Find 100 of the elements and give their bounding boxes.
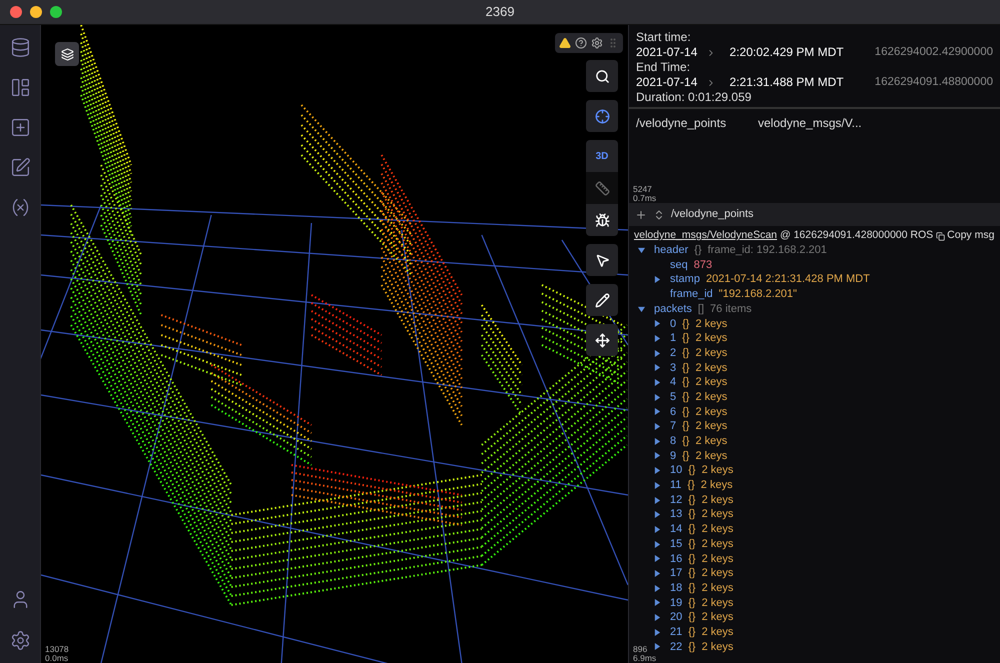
tree-key: 22 — [670, 638, 682, 656]
tree-key: 15 — [670, 536, 682, 552]
search-button[interactable] — [586, 60, 618, 92]
warning-icon[interactable] — [559, 37, 571, 49]
type-brace: {} — [688, 640, 696, 655]
bug-button[interactable] — [586, 204, 618, 236]
type-brace: {} — [687, 478, 695, 494]
tree-key: 20 — [670, 609, 682, 626]
render-stat: 896 — [633, 645, 648, 654]
tree-summary: 2 keys — [702, 522, 734, 538]
tree-summary: 76 items — [710, 302, 752, 317]
expand-collapse-icon[interactable] — [653, 208, 665, 220]
type-brace: {} — [682, 448, 690, 464]
type-brace: {} — [682, 331, 690, 346]
tree-summary: 2 keys — [702, 640, 734, 655]
tree-value: "192.168.2.201" — [718, 287, 797, 302]
tree-key: 14 — [670, 521, 682, 538]
tree-summary: 2 keys — [695, 419, 728, 434]
tree-key: 13 — [670, 506, 682, 523]
add-panel-icon[interactable] — [10, 117, 30, 138]
tree-key: 6 — [670, 404, 676, 420]
tree-key: packets — [654, 300, 692, 318]
settings-icon[interactable] — [10, 630, 30, 651]
tree-key: 12 — [670, 492, 682, 508]
type-brace: {} — [688, 580, 696, 596]
tree-summary: 2 keys — [702, 596, 734, 611]
expanded-caret-icon[interactable] — [638, 246, 648, 254]
pencil-icon — [594, 292, 610, 308]
move-button[interactable] — [586, 324, 618, 356]
tree-summary: 2 keys — [695, 390, 728, 405]
tree-key: 11 — [670, 477, 682, 494]
type-brace: {} — [688, 552, 696, 567]
type-brace: {} — [682, 375, 690, 390]
close-window-button[interactable] — [10, 6, 22, 18]
type-brace: [] — [698, 302, 704, 317]
epoch-text: 1626294002.42900000 — [874, 45, 993, 60]
time-label: End Time: — [636, 60, 692, 75]
tree-key: 18 — [670, 580, 682, 596]
tree-key: 5 — [670, 388, 676, 406]
cursor-button[interactable] — [586, 244, 618, 276]
tree-summary: 2 keys — [695, 404, 728, 420]
tree-summary: 2 keys — [700, 478, 733, 494]
topic-name: /velodyne_points — [636, 115, 728, 132]
epoch-text: 1626294091.48800000 — [874, 75, 993, 90]
type-brace: {} — [688, 596, 696, 611]
window-title: 2369 — [486, 3, 514, 22]
tree-key: header — [654, 242, 688, 259]
type-brace: {} — [682, 434, 690, 450]
tree-key: 4 — [670, 374, 676, 391]
tree-key: 7 — [670, 418, 676, 435]
settings-icon[interactable] — [591, 37, 603, 49]
render-stat: 0.7ms — [633, 194, 656, 203]
layout-icon[interactable] — [10, 77, 30, 98]
tree-summary: 2 keys — [702, 624, 734, 640]
duration-text: Duration: 0:01:29.059 — [636, 90, 752, 105]
tree-summary: frame_id: 192.168.2.201 — [708, 243, 827, 258]
type-brace: {} — [682, 316, 690, 332]
type-brace: {} — [688, 610, 696, 626]
cursor-icon — [594, 252, 610, 268]
topic-selector[interactable]: /velodyne_points — [671, 206, 754, 223]
tree-key: 2 — [670, 344, 676, 362]
tree-key: 0 — [670, 316, 676, 332]
render-stat: 5247 — [633, 185, 653, 194]
tree-summary: 2 keys — [702, 610, 734, 626]
tree-summary: 2 keys — [702, 492, 734, 508]
pencil-button[interactable] — [586, 284, 618, 316]
tree-summary: 2 keys — [695, 448, 728, 464]
tree-key: 9 — [670, 448, 676, 464]
schema-link[interactable]: velodyne_msgs/VelodyneScan — [634, 228, 778, 244]
type-brace: {} — [688, 463, 696, 478]
type-brace: {} — [688, 566, 696, 582]
type-brace: {} — [688, 624, 696, 640]
tree-summary: 2 keys — [695, 360, 728, 376]
zoom-window-button[interactable] — [50, 6, 62, 18]
3d-view-toggle[interactable]: 3D — [586, 140, 618, 172]
edit-panel-icon[interactable] — [10, 157, 30, 178]
layers-icon — [60, 48, 74, 60]
copy-icon — [936, 232, 946, 240]
type-brace: {} — [688, 492, 696, 508]
type-brace: {} — [688, 536, 696, 552]
layers-button[interactable] — [55, 42, 79, 66]
tree-summary: 2021-07-14 2:21:31.428 PM MDT — [706, 272, 870, 288]
tree-key: 8 — [670, 433, 676, 450]
tree-key: stamp — [670, 271, 700, 288]
tree-summary: 2 keys — [702, 507, 734, 522]
type-brace: {} — [688, 522, 696, 538]
copy-msg-button[interactable]: Copy msg — [936, 228, 994, 244]
help-icon[interactable] — [575, 37, 587, 49]
tree-key: seq — [670, 256, 688, 274]
tree-key: 21 — [670, 624, 682, 640]
time-text: 2:21:31.488 PM MDT — [730, 75, 845, 90]
expanded-caret-icon[interactable] — [638, 306, 648, 313]
crosshair-button[interactable] — [586, 100, 618, 132]
move-icon — [594, 332, 610, 348]
minimize-window-button[interactable] — [30, 6, 42, 18]
tree-summary: 2 keys — [695, 434, 728, 450]
tree-summary: 2 keys — [702, 463, 734, 478]
type-brace: {} — [682, 390, 690, 405]
tree-summary: 2 keys — [695, 375, 728, 390]
render-stat: 13078 — [45, 645, 69, 654]
